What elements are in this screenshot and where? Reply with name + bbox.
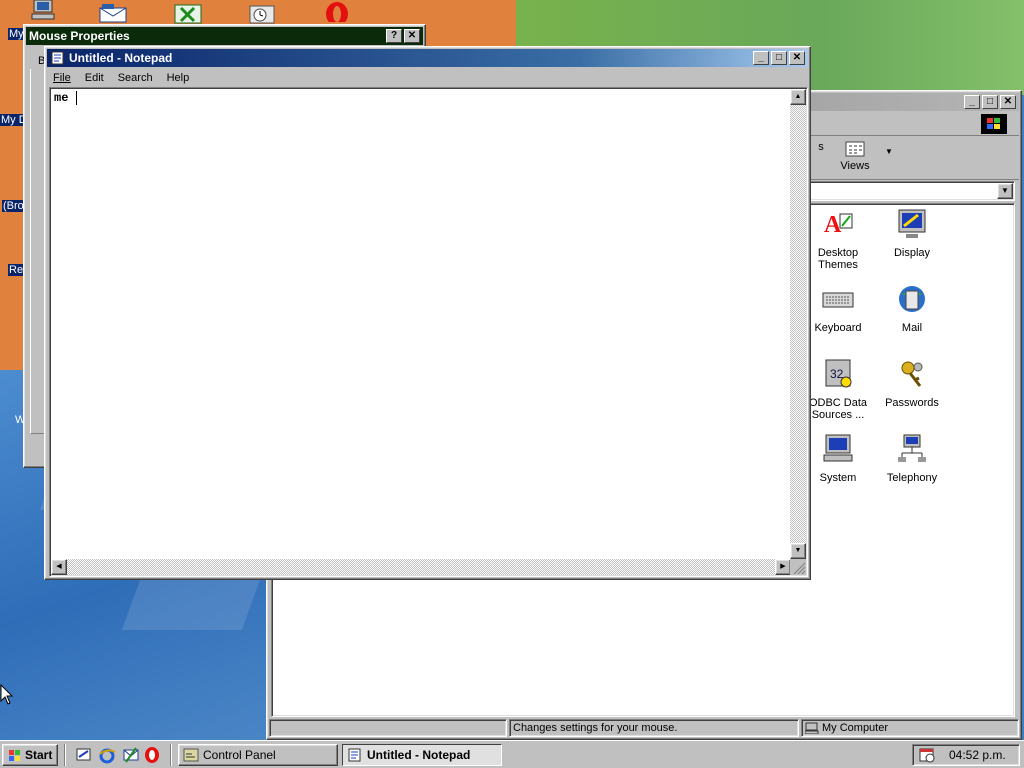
maximize-button[interactable]: □ — [982, 95, 998, 109]
scroll-left-icon[interactable]: ◀ — [51, 559, 67, 575]
views-icon — [845, 141, 865, 157]
cp-item-telephony[interactable]: Telephony — [875, 433, 949, 484]
text-cursor — [75, 91, 77, 105]
desktop-themes-icon: A — [824, 212, 853, 238]
mouse-properties-titlebar[interactable]: Mouse Properties ? ✕ — [26, 27, 423, 45]
show-desktop-icon[interactable] — [76, 747, 92, 763]
close-button[interactable]: ✕ — [404, 29, 420, 43]
windows-logo-icon — [981, 114, 1007, 134]
maximize-button[interactable]: □ — [771, 51, 787, 65]
views-button[interactable]: Views — [835, 141, 875, 172]
keyboard-icon — [822, 292, 854, 308]
outlook-express-icon[interactable] — [122, 746, 140, 764]
minimize-button[interactable]: _ — [964, 95, 980, 109]
task-control-panel[interactable]: Control Panel — [178, 744, 338, 766]
mouse-properties-title: Mouse Properties — [29, 29, 130, 43]
cp-item-desktop-themes[interactable]: A Desktop Themes — [801, 208, 875, 271]
status-text: Changes settings for your mouse. — [509, 719, 799, 737]
menu-help[interactable]: Help — [167, 72, 190, 84]
taskbar: Start Control Panel Untitled - Notepad 0… — [0, 740, 1024, 768]
cp-item-odbc[interactable]: 32 ODBC Data Sources ... — [801, 358, 875, 421]
passwords-icon — [901, 361, 923, 387]
resize-grip-icon[interactable] — [790, 559, 806, 575]
notepad-title: Untitled - Notepad — [69, 51, 173, 65]
notepad-titlebar[interactable]: Untitled - Notepad _ □ ✕ — [47, 49, 808, 67]
menu-file[interactable]: File — [53, 72, 71, 84]
mouse-pointer-icon — [0, 684, 14, 705]
task-notepad[interactable]: Untitled - Notepad — [342, 744, 502, 766]
cp-item-passwords[interactable]: Passwords — [875, 358, 949, 409]
scroll-down-icon[interactable]: ▼ — [790, 543, 806, 559]
internet-explorer-icon[interactable] — [98, 746, 116, 764]
scheduler-tray-icon[interactable] — [919, 747, 935, 763]
horizontal-scrollbar[interactable]: ◀ ▶ — [51, 559, 791, 575]
notepad-icon — [51, 51, 64, 65]
opera-icon[interactable] — [322, 2, 348, 26]
cp-item-mail[interactable]: Mail — [875, 283, 949, 334]
menu-edit[interactable]: Edit — [85, 72, 104, 84]
help-button[interactable]: ? — [386, 29, 402, 43]
system-tray: 04:52 p.m. — [912, 744, 1020, 766]
opera-icon[interactable] — [144, 746, 160, 764]
scroll-up-icon[interactable]: ▲ — [790, 89, 806, 105]
menu-search[interactable]: Search — [118, 72, 153, 84]
close-button[interactable]: ✕ — [789, 51, 805, 65]
start-button[interactable]: Start — [2, 744, 58, 766]
toolbar-separator: s — [818, 141, 824, 153]
status-pane-empty — [269, 719, 507, 737]
scroll-right-icon[interactable]: ▶ — [775, 559, 791, 575]
minimize-button[interactable]: _ — [753, 51, 769, 65]
notepad-window: Untitled - Notepad _ □ ✕ File Edit Searc… — [44, 46, 811, 580]
clock[interactable]: 04:52 p.m. — [949, 748, 1006, 762]
system-icon — [823, 434, 853, 462]
notepad-text-area[interactable]: me ▲ ▼ ◀ ▶ — [49, 87, 808, 577]
desktop-icon-label[interactable]: Re — [8, 264, 25, 276]
mail-icon — [899, 286, 925, 312]
notepad-icon — [348, 748, 361, 762]
taskbar-separator — [64, 744, 66, 766]
display-icon — [898, 209, 926, 238]
notepad-menu-bar: File Edit Search Help — [53, 69, 189, 87]
cp-item-system[interactable]: System — [801, 433, 875, 484]
computer-icon[interactable] — [30, 0, 56, 24]
windows-logo-icon — [9, 750, 20, 761]
my-computer-icon — [805, 722, 819, 734]
odbc-icon: 32 — [825, 359, 852, 388]
vertical-scrollbar[interactable]: ▲ ▼ — [790, 89, 806, 559]
taskbar-separator — [170, 744, 172, 766]
svg-text:A: A — [824, 212, 842, 238]
views-label: Views — [840, 160, 870, 172]
cp-item-display[interactable]: Display — [875, 208, 949, 259]
status-location: My Computer — [801, 719, 1019, 737]
notepad-content[interactable]: me — [54, 91, 77, 105]
control-panel-icon — [183, 748, 199, 762]
desktop-icon-label[interactable]: (Bro — [2, 200, 25, 212]
close-button[interactable]: ✕ — [1000, 95, 1016, 109]
telephony-icon — [898, 434, 926, 462]
dialog-panel-edge — [30, 69, 45, 434]
address-dropdown-icon[interactable]: ▼ — [997, 183, 1013, 199]
views-dropdown-arrow-icon[interactable]: ▼ — [885, 147, 893, 156]
cp-item-keyboard[interactable]: Keyboard — [801, 283, 875, 334]
